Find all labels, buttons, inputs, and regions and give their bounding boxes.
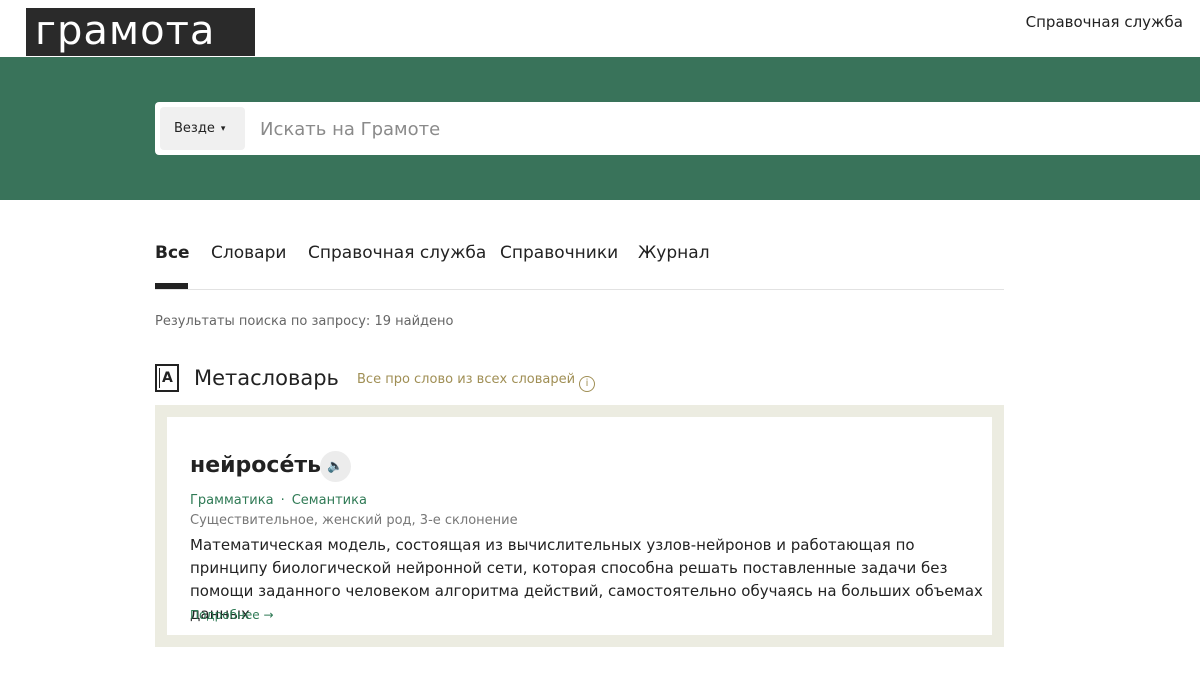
metadictionary-header: A Метасловарь Все про слово из всех слов… (155, 362, 755, 394)
results-tabs: Все Словари Справочная служба Справочник… (155, 243, 1004, 290)
headword: нейросе́ть (190, 453, 322, 478)
entry-links: Грамматика · Семантика (190, 493, 367, 508)
definition-text: Математическая модель, состоящая из вычи… (190, 536, 983, 623)
grammar-link[interactable]: Грамматика (190, 493, 274, 508)
semantics-link[interactable]: Семантика (292, 493, 367, 508)
search-input[interactable] (260, 111, 960, 147)
site-logo[interactable]: грамота (26, 8, 255, 56)
search-box: Везде ▾ (155, 102, 1200, 155)
metadictionary-subtitle: Все про слово из всех словарей i (357, 372, 596, 392)
tab-dictionaries[interactable]: Словари (211, 243, 286, 263)
help-service-link[interactable]: Справочная служба (1026, 13, 1183, 31)
more-link[interactable]: Подробнее → (190, 608, 274, 622)
tab-help-service[interactable]: Справочная служба (308, 243, 486, 263)
metadictionary-title: Метасловарь (194, 366, 339, 390)
tab-journal[interactable]: Журнал (638, 243, 710, 263)
chevron-down-icon: ▾ (220, 124, 226, 134)
grammar-info: Существительное, женский род, 3-е склоне… (190, 513, 518, 528)
info-icon[interactable]: i (579, 376, 596, 392)
active-tab-indicator (155, 283, 188, 289)
speaker-icon[interactable]: 🔈 (320, 451, 351, 482)
entry-card-body: нейросе́ть 🔈 Грамматика · Семантика Сущест… (167, 417, 992, 635)
tab-reference[interactable]: Справочники (500, 243, 618, 263)
search-hero: Везде ▾ (0, 57, 1200, 200)
search-scope-dropdown[interactable]: Везде ▾ (160, 107, 245, 150)
dictionary-book-icon: A (155, 364, 179, 392)
tab-all[interactable]: Все (155, 243, 190, 263)
top-bar: грамота Справочная служба (0, 0, 1200, 57)
results-count: Результаты поиска по запросу: 19 найдено (155, 314, 454, 329)
link-separator: · (280, 493, 285, 508)
search-scope-label: Везде (174, 121, 215, 136)
entry-card: нейросе́ть 🔈 Грамматика · Семантика Сущест… (155, 405, 1004, 647)
